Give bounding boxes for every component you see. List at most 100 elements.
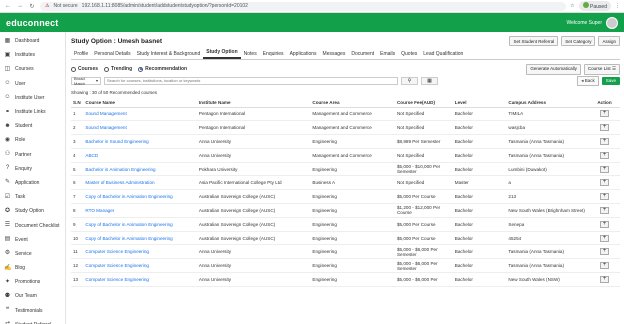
save-button[interactable]: Save [601, 76, 620, 85]
course-link[interactable]: Sound Management [83, 120, 197, 136]
add-course-button[interactable]: + [599, 234, 609, 242]
sidebar-item-label: Service [15, 250, 32, 257]
sidebar-item-role[interactable]: ◉ Role [0, 133, 65, 147]
menu-icon[interactable]: ⋮ [615, 3, 620, 9]
profile-button[interactable]: Paused [578, 1, 611, 11]
action-cell: + [588, 120, 620, 136]
table-cell: 8 [71, 203, 84, 218]
sidebar-item-partner[interactable]: ⚇ Partner [0, 148, 65, 162]
course-link[interactable]: Copy of Bachelor in Animation Engineerin… [83, 231, 197, 246]
course-link[interactable]: Copy of Bachelor in Animation Engineerin… [83, 189, 197, 205]
tab-study-option[interactable]: Study Option [203, 49, 241, 59]
sidebar-item-courses[interactable]: ◫ Courses [0, 62, 65, 76]
tab-applications[interactable]: Applications [287, 51, 320, 59]
tab-personal-details[interactable]: Personal Details [91, 51, 133, 59]
course-link[interactable]: Computer Science Engineering [83, 244, 197, 260]
sidebar-item-dashboard[interactable]: ▦ Dashboard [0, 34, 65, 48]
table-cell: $5,000 Per Course [394, 231, 453, 246]
tab-study-interest-background[interactable]: Study Interest & Background [134, 51, 204, 59]
sidebar-item-document-checklist[interactable]: ☰ Document Checklist [0, 218, 65, 232]
sidebar-item-institute-links[interactable]: ⚭ Institute Links [0, 105, 65, 119]
table-row: 6 Master of Business Administration Asia P… [71, 175, 620, 191]
course-link[interactable]: RTO Manager [83, 203, 197, 218]
tab-lead-qualification[interactable]: Lead Qualification [420, 51, 466, 59]
sidebar-item-study-option[interactable]: ✪ Study Option [0, 204, 65, 218]
tab-messages[interactable]: Messages [320, 51, 349, 59]
add-course-button[interactable]: + [599, 248, 609, 256]
add-course-button[interactable]: + [599, 110, 609, 118]
course-link[interactable]: Master of Business Administration [83, 175, 197, 191]
table-cell: Bachelor [452, 107, 507, 122]
add-course-button[interactable]: + [599, 193, 609, 201]
course-link[interactable]: ABCD [83, 148, 197, 163]
add-course-button[interactable]: + [599, 262, 609, 270]
sidebar-item-task[interactable]: ☑ Task [0, 190, 65, 204]
table-row: 9 Copy of Bachelor in Animation Engineeri… [71, 217, 620, 232]
back-arrow-icon[interactable]: ← [4, 2, 12, 10]
tab-quotes[interactable]: Quotes [398, 51, 420, 59]
search-button[interactable]: ⚲ [401, 76, 418, 85]
course-link[interactable]: Bachelor in Animation Engineering [83, 162, 197, 177]
view-toggle-button[interactable]: ▦ [421, 76, 438, 85]
add-course-button[interactable]: + [599, 137, 609, 145]
sidebar-item-institute-user[interactable]: ☺ Institute User [0, 91, 65, 105]
radio-trending[interactable]: Trending [104, 66, 132, 72]
set-category-button[interactable]: Set Category [561, 36, 596, 46]
reload-icon[interactable]: ↻ [28, 2, 36, 10]
sidebar-item-label: Institutes [15, 52, 36, 59]
app-logo[interactable]: educonnect [6, 18, 59, 28]
address-bar[interactable]: ⚠ Not secure 192.168.1.11:8085/admin/stu… [40, 1, 567, 11]
generate-automatically-button[interactable]: Generate Automatically [526, 63, 581, 75]
sidebar-item-user[interactable]: ☺ User [0, 77, 65, 91]
star-icon[interactable]: ☆ [570, 3, 574, 9]
sidebar-item-promotions[interactable]: ✦ Promotions [0, 275, 65, 289]
table-cell: Anna University [196, 134, 311, 149]
tab-profile[interactable]: Profile [71, 51, 91, 59]
sidebar-item-event[interactable]: ▤ Event [0, 233, 65, 247]
back-button[interactable]: ◂ Back [577, 75, 599, 86]
tab-document[interactable]: Document [348, 51, 377, 59]
add-course-button[interactable]: + [599, 124, 609, 132]
add-course-button[interactable]: + [599, 151, 609, 159]
user-icon: ☺ [4, 94, 11, 101]
sidebar-item-application[interactable]: ✎ Application [0, 176, 65, 190]
table-cell: Engineering [310, 189, 395, 205]
course-link[interactable]: Bachelor in Sound Engineering [83, 134, 197, 149]
sidebar-item-student[interactable]: ☻ Student [0, 119, 65, 133]
add-course-button[interactable]: + [599, 220, 609, 228]
set-student-referral-button[interactable]: Set Student Referral [509, 36, 559, 46]
radio-courses[interactable]: Courses [71, 66, 98, 72]
sidebar-item-our-team[interactable]: ⚉ Our Team [0, 289, 65, 303]
radio-recommendation[interactable]: Recommendation [138, 66, 187, 72]
course-link[interactable]: Computer Science Engineering [83, 272, 197, 287]
match-select[interactable]: Broad Match ▾ [71, 76, 101, 86]
add-course-button[interactable]: + [599, 165, 609, 173]
list-icon: ☰ [611, 66, 616, 71]
sidebar-item-institutes[interactable]: ▣ Institutes [0, 48, 65, 62]
forward-arrow-icon[interactable]: → [16, 2, 24, 10]
table-cell: $1,200 - $12,000 Per Course [394, 203, 453, 218]
tab-notes[interactable]: Notes [241, 51, 260, 59]
sidebar-item-enquiry[interactable]: ? Enquiry [0, 162, 65, 176]
action-cell: + [588, 107, 620, 122]
table-cell: $8,989 Per Semester [394, 134, 453, 149]
add-course-button[interactable]: + [599, 206, 609, 214]
assign-button[interactable]: Assign [598, 36, 620, 46]
add-course-button[interactable]: + [599, 179, 609, 187]
search-input[interactable] [104, 76, 398, 85]
tab-emails[interactable]: Emails [377, 51, 398, 59]
tab-enquiries[interactable]: Enquiries [260, 51, 287, 59]
avatar[interactable] [606, 16, 618, 29]
sidebar-item-service[interactable]: ⚙ Service [0, 247, 65, 261]
sidebar-item-student-referral[interactable]: ⇄Student Referral [0, 318, 65, 324]
table-cell: Tasmania (Anna Tasmania) [506, 258, 589, 274]
sidebar-item-blog[interactable]: ✍ Blog [0, 261, 65, 275]
course-link[interactable]: Computer Science Engineering [83, 258, 197, 274]
sidebar-item-testimonials[interactable]: ❝ Testimonials [0, 304, 65, 318]
add-course-button[interactable]: + [599, 275, 609, 283]
welcome-area[interactable]: Welcome Super [567, 16, 618, 29]
action-cell: + [588, 217, 620, 232]
course-link[interactable]: Copy of Bachelor in Animation Engineerin… [83, 217, 197, 232]
course-list-button[interactable]: Course List ☰ [583, 63, 620, 75]
course-link[interactable]: Sound Management [83, 107, 197, 122]
